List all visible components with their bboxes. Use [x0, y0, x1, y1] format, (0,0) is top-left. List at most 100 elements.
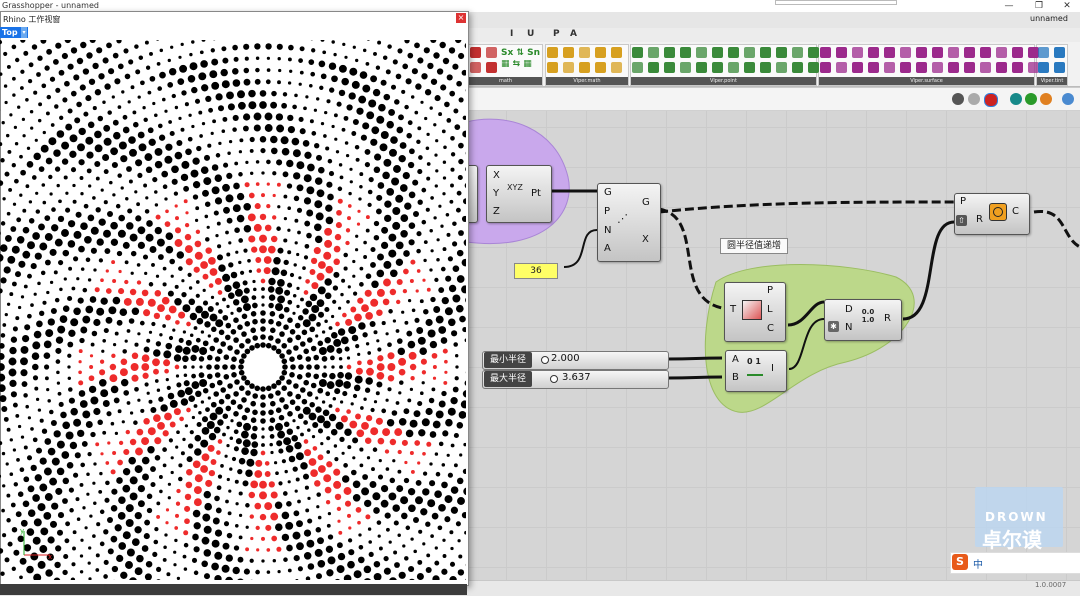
- output-r[interactable]: R: [884, 313, 891, 324]
- input-n[interactable]: N: [604, 225, 611, 236]
- ribbon-component-icon[interactable]: [884, 62, 895, 73]
- ribbon-component-icon[interactable]: [980, 47, 991, 58]
- ribbon-component-icon[interactable]: [868, 62, 879, 73]
- ribbon-component-icon[interactable]: [595, 62, 606, 73]
- ribbon-component-icon[interactable]: [964, 62, 975, 73]
- ribbon-component-icon[interactable]: [696, 47, 707, 58]
- ribbon-component-icon[interactable]: [728, 62, 739, 73]
- output-c[interactable]: C: [1012, 206, 1019, 217]
- ribbon-component-icon[interactable]: [595, 47, 606, 58]
- ribbon-component-icon[interactable]: [948, 47, 959, 58]
- ribbon-component-icon[interactable]: [776, 62, 787, 73]
- ribbon-component-icon[interactable]: [836, 62, 847, 73]
- ribbon-component-icon[interactable]: [547, 62, 558, 73]
- ribbon-component-icon[interactable]: [744, 47, 755, 58]
- menu-item-i[interactable]: I: [510, 29, 514, 39]
- input-b[interactable]: B: [732, 372, 739, 383]
- ribbon-component-icon[interactable]: [776, 47, 787, 58]
- ribbon-component-icon[interactable]: [820, 62, 831, 73]
- ribbon-component-icon[interactable]: [916, 62, 927, 73]
- ribbon-component-icon[interactable]: [808, 62, 819, 73]
- ribbon-component-icon[interactable]: [470, 62, 481, 73]
- input-z[interactable]: Z: [493, 206, 500, 217]
- ribbon-component-icon[interactable]: [852, 47, 863, 58]
- menu-item-p[interactable]: P: [553, 29, 561, 39]
- input-x[interactable]: X: [493, 170, 500, 181]
- ribbon-component-icon[interactable]: [486, 47, 497, 58]
- output-x[interactable]: X: [642, 234, 649, 245]
- ribbon-component-icon[interactable]: [900, 62, 911, 73]
- ribbon-component-icon[interactable]: [563, 47, 574, 58]
- ribbon-component-icon[interactable]: [980, 62, 991, 73]
- output-p[interactable]: P: [767, 285, 773, 296]
- ribbon-component-icon[interactable]: [808, 47, 819, 58]
- viewport-close-button[interactable]: ×: [456, 13, 466, 23]
- input-n[interactable]: N: [845, 322, 852, 333]
- maximize-button[interactable]: ❐: [1025, 0, 1053, 12]
- ribbon-component-icon[interactable]: [611, 47, 622, 58]
- ribbon-component-icon[interactable]: [563, 62, 574, 73]
- input-y[interactable]: Y: [493, 188, 499, 199]
- minimize-button[interactable]: —: [995, 0, 1023, 12]
- ribbon-component-icon[interactable]: [680, 62, 691, 73]
- ribbon-component-icon[interactable]: [792, 62, 803, 73]
- ribbon-component-icon[interactable]: [664, 47, 675, 58]
- ime-logo-icon[interactable]: S: [952, 554, 968, 570]
- ribbon-component-icon[interactable]: [712, 47, 723, 58]
- slider-knob[interactable]: [541, 356, 549, 364]
- ribbon-component-icon[interactable]: [1038, 47, 1049, 58]
- ribbon-component-icon[interactable]: [932, 62, 943, 73]
- ribbon-component-icon[interactable]: [648, 62, 659, 73]
- ribbon-component-icon[interactable]: [579, 62, 590, 73]
- close-window-button[interactable]: ✕: [1053, 0, 1080, 12]
- input-p[interactable]: P: [960, 196, 966, 207]
- input-d[interactable]: D: [845, 304, 853, 315]
- input-g[interactable]: G: [604, 187, 612, 198]
- ribbon-component-icon[interactable]: [916, 47, 927, 58]
- output-pt[interactable]: Pt: [531, 188, 541, 199]
- ribbon-component-icon[interactable]: [579, 47, 590, 58]
- ribbon-component-icon[interactable]: [852, 62, 863, 73]
- ribbon-component-icon[interactable]: [744, 62, 755, 73]
- ribbon-component-icon[interactable]: [932, 47, 943, 58]
- input-a[interactable]: A: [732, 354, 739, 365]
- input-t[interactable]: T: [730, 304, 736, 315]
- ribbon-component-icon[interactable]: [611, 62, 622, 73]
- ribbon-component-icon[interactable]: [1012, 47, 1023, 58]
- ime-toolbar[interactable]: [950, 552, 1080, 574]
- menu-item-a[interactable]: A: [570, 29, 578, 39]
- chevron-down-icon[interactable]: ▾: [21, 27, 27, 38]
- ribbon-component-icon[interactable]: [996, 47, 1007, 58]
- ribbon-component-icon[interactable]: [820, 47, 831, 58]
- ribbon-component-icon[interactable]: [728, 47, 739, 58]
- ribbon-component-icon[interactable]: [996, 62, 1007, 73]
- ribbon-component-icon[interactable]: [1054, 47, 1065, 58]
- ribbon-component-icon[interactable]: [680, 47, 691, 58]
- ribbon-component-icon[interactable]: [760, 47, 771, 58]
- output-g[interactable]: G: [642, 197, 650, 208]
- ribbon-component-icon[interactable]: [900, 47, 911, 58]
- ribbon-component-icon[interactable]: [884, 47, 895, 58]
- input-p[interactable]: P: [604, 206, 610, 217]
- menu-item-u[interactable]: U: [527, 29, 535, 39]
- ribbon-component-icon[interactable]: [648, 47, 659, 58]
- ribbon-component-icon[interactable]: [632, 47, 643, 58]
- search-box[interactable]: [775, 0, 897, 5]
- ribbon-component-icon[interactable]: [1054, 62, 1065, 73]
- ribbon-component-icon[interactable]: [632, 62, 643, 73]
- input-r[interactable]: R: [976, 214, 983, 225]
- input-a[interactable]: A: [604, 243, 611, 254]
- ribbon-component-icon[interactable]: [696, 62, 707, 73]
- ribbon-component-icon[interactable]: [712, 62, 723, 73]
- ribbon-component-icon[interactable]: [1012, 62, 1023, 73]
- ribbon-component-icon[interactable]: [792, 47, 803, 58]
- count-panel[interactable]: 36: [514, 263, 558, 279]
- output-c[interactable]: C: [767, 323, 774, 334]
- ribbon-component-icon[interactable]: [547, 47, 558, 58]
- ribbon-component-icon[interactable]: [1038, 62, 1049, 73]
- ribbon-component-icon[interactable]: [760, 62, 771, 73]
- ime-mode[interactable]: 中: [973, 556, 983, 571]
- ribbon-component-icon[interactable]: [486, 62, 497, 73]
- ribbon-component-icon[interactable]: [470, 47, 481, 58]
- ribbon-component-icon[interactable]: [868, 47, 879, 58]
